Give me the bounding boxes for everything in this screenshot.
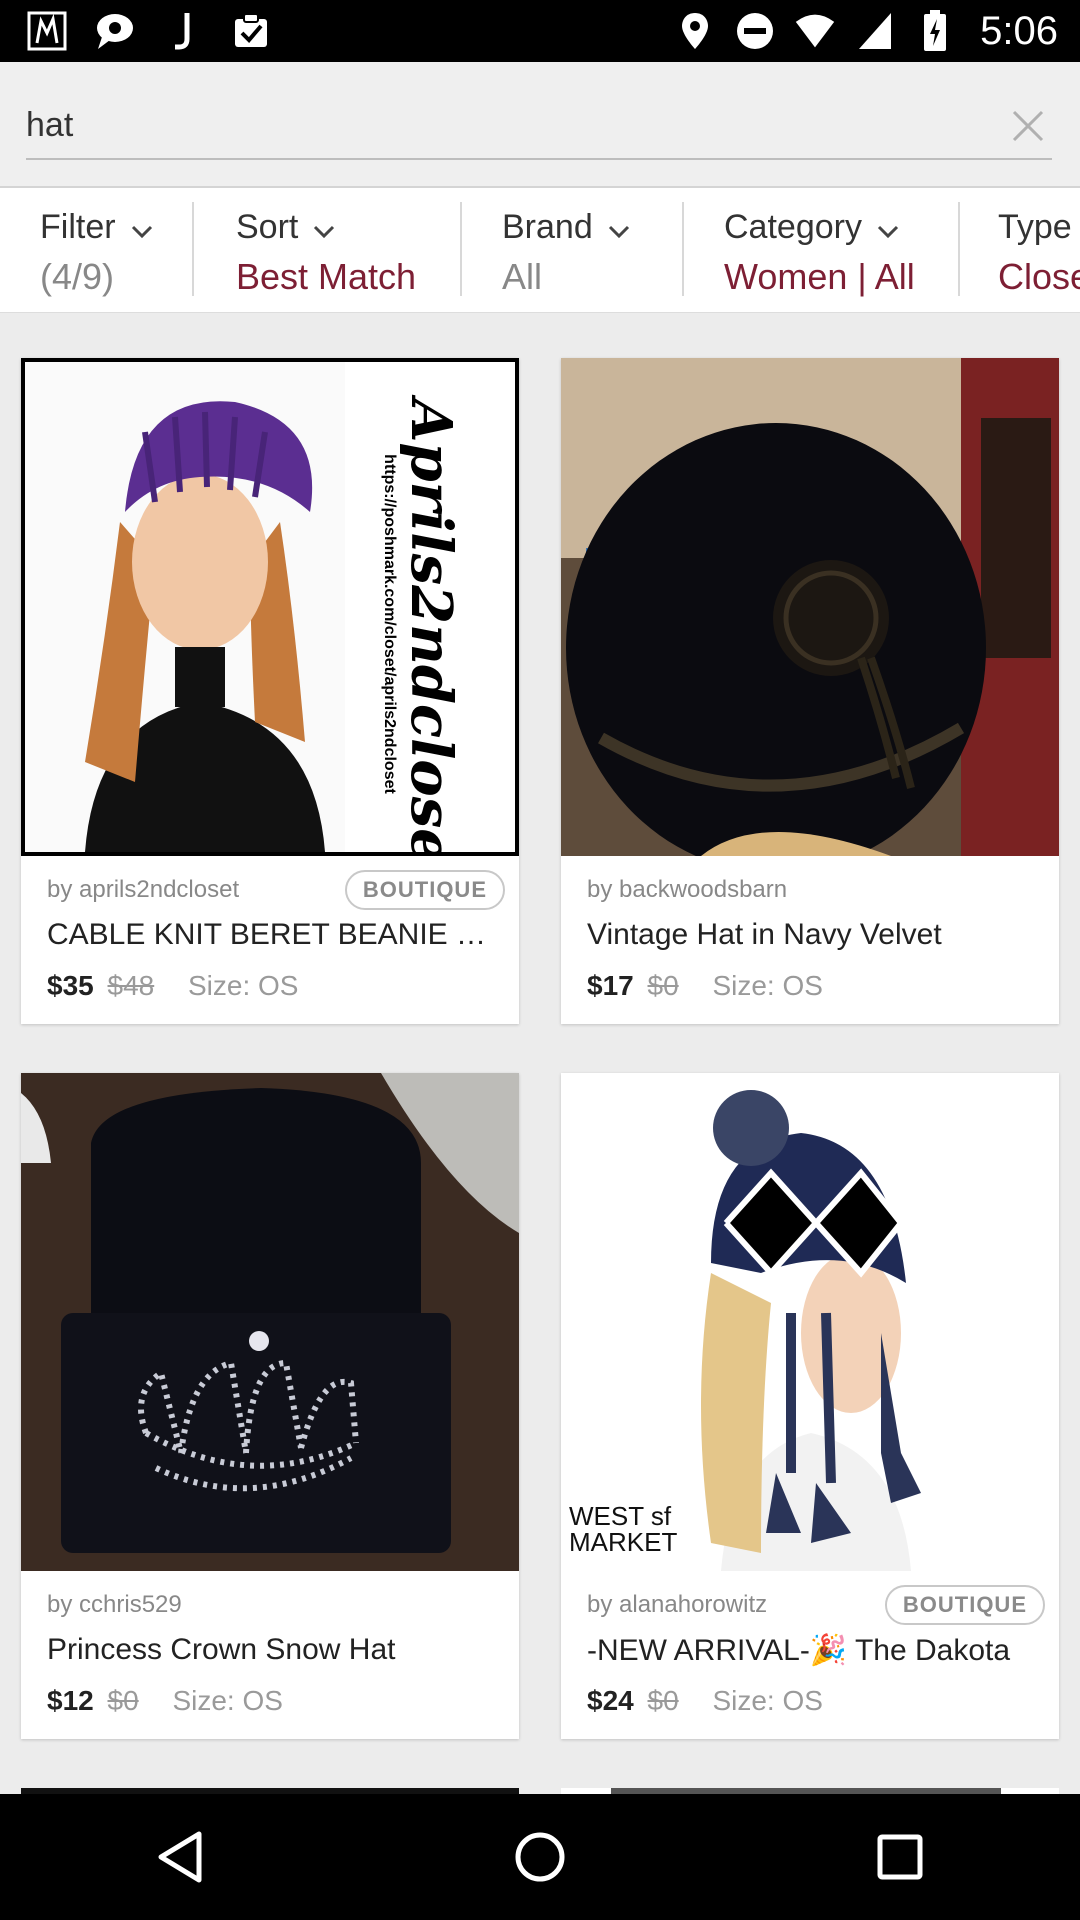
size: Size: OS xyxy=(712,1685,823,1716)
listing-title[interactable]: -NEW ARRIVAL-🎉 The Dakota xyxy=(587,1633,1037,1668)
price: $24 xyxy=(587,1685,634,1716)
boutique-badge: BOUTIQUE xyxy=(884,1585,1045,1625)
recents-icon xyxy=(877,1834,923,1880)
clear-search-button[interactable] xyxy=(1006,104,1050,148)
filter-bar: Filter (4/9) Sort Best Match Brand All C… xyxy=(0,188,1080,313)
type-dropdown-label: Type xyxy=(998,208,1072,246)
search-bar xyxy=(0,62,1080,188)
category-dropdown[interactable]: Category Women | All xyxy=(724,188,954,312)
boutique-badge: BOUTIQUE xyxy=(344,870,505,910)
back-icon xyxy=(158,1831,202,1883)
wifi-icon xyxy=(794,10,836,52)
divider xyxy=(958,202,960,296)
type-dropdown[interactable]: Type Closet xyxy=(998,188,1080,312)
filter-dropdown[interactable]: Filter (4/9) xyxy=(40,188,190,312)
watermark-logo: Aprils2ndcloset xyxy=(398,399,464,856)
watermark-logo: WEST sf MARKET xyxy=(569,1501,678,1557)
listing-card[interactable]: WEST sf MARKET by alanahorowitz BOUTIQUE… xyxy=(561,1073,1059,1739)
original-price: $0 xyxy=(107,1685,139,1716)
brand-dropdown-value: All xyxy=(502,256,543,297)
sort-dropdown-value: Best Match xyxy=(236,256,417,297)
sort-dropdown-label: Sort xyxy=(236,208,336,249)
listing-photo-image xyxy=(21,1073,519,1571)
clipboard-check-icon xyxy=(230,10,272,52)
listing-photo[interactable]: Aprils2ndcloset https://poshmark.com/clo… xyxy=(21,358,519,856)
close-icon xyxy=(1012,110,1044,142)
price: $12 xyxy=(47,1685,94,1716)
listing-photo[interactable]: WEST sf MARKET xyxy=(561,1073,1059,1571)
price-line: $35 $48 Size: OS xyxy=(47,970,298,1002)
listing-title[interactable]: CABLE KNIT BERET BEANIE Hat xyxy=(47,918,497,952)
listing-card[interactable]: by backwoodsbarn Vintage Hat in Navy Vel… xyxy=(561,358,1059,1024)
listing-title[interactable]: Vintage Hat in Navy Velvet xyxy=(587,918,1037,952)
recents-button[interactable] xyxy=(870,1827,930,1887)
app-icon xyxy=(26,10,68,52)
battery-charging-icon xyxy=(914,10,956,52)
location-icon xyxy=(674,10,716,52)
chat-icon xyxy=(94,10,136,52)
listing-card[interactable]: Aprils2ndcloset https://poshmark.com/clo… xyxy=(21,358,519,1024)
listing-photo[interactable] xyxy=(561,358,1059,856)
home-icon xyxy=(515,1832,565,1882)
category-dropdown-label: Category xyxy=(724,208,900,249)
filter-dropdown-value: (4/9) xyxy=(40,256,115,297)
chevron-down-icon xyxy=(876,210,900,249)
chevron-down-icon xyxy=(607,210,631,249)
j-icon xyxy=(162,10,204,52)
navigation-bar xyxy=(0,1794,1080,1920)
price: $35 xyxy=(47,970,94,1001)
original-price: $0 xyxy=(647,970,679,1001)
clock: 5:06 xyxy=(980,8,1058,53)
filter-dropdown-label: Filter xyxy=(40,208,154,249)
size: Size: OS xyxy=(172,1685,283,1716)
category-dropdown-value: Women | All xyxy=(724,256,915,297)
listing-card[interactable]: by cchris529 Princess Crown Snow Hat $12… xyxy=(21,1073,519,1739)
original-price: $0 xyxy=(647,1685,679,1716)
listing-title[interactable]: Princess Crown Snow Hat xyxy=(47,1633,497,1667)
divider xyxy=(460,202,462,296)
seller-name[interactable]: by aprils2ndcloset xyxy=(47,876,239,904)
back-button[interactable] xyxy=(150,1827,210,1887)
watermark-url: https://poshmark.com/closet/aprils2ndclo… xyxy=(381,454,398,794)
chevron-down-icon xyxy=(312,210,336,249)
seller-name[interactable]: by alanahorowitz xyxy=(587,1591,767,1619)
price-line: $17 $0 Size: OS xyxy=(587,970,823,1002)
chevron-down-icon xyxy=(130,210,154,249)
divider xyxy=(192,202,194,296)
watermark-text: Aprils2ndcloset https://poshmark.com/clo… xyxy=(347,382,497,852)
brand-dropdown[interactable]: Brand All xyxy=(502,188,682,312)
price-line: $24 $0 Size: OS xyxy=(587,1685,823,1717)
seller-name[interactable]: by cchris529 xyxy=(47,1591,182,1619)
size: Size: OS xyxy=(188,970,299,1001)
listing-photo[interactable] xyxy=(21,1073,519,1571)
status-bar: 5:06 xyxy=(0,0,1080,62)
search-underline xyxy=(26,158,1052,160)
divider xyxy=(682,202,684,296)
home-button[interactable] xyxy=(510,1827,570,1887)
price: $17 xyxy=(587,970,634,1001)
do-not-disturb-icon xyxy=(734,10,776,52)
sort-dropdown[interactable]: Sort Best Match xyxy=(236,188,456,312)
type-dropdown-value: Closet xyxy=(998,256,1080,297)
seller-name[interactable]: by backwoodsbarn xyxy=(587,876,787,904)
brand-dropdown-label: Brand xyxy=(502,208,631,249)
search-input[interactable] xyxy=(26,102,1026,148)
size: Size: OS xyxy=(712,970,823,1001)
price-line: $12 $0 Size: OS xyxy=(47,1685,283,1717)
signal-icon xyxy=(854,10,896,52)
listing-photo-image xyxy=(561,358,1059,856)
listing-photo-image xyxy=(561,1073,1059,1571)
original-price: $48 xyxy=(107,970,155,1001)
